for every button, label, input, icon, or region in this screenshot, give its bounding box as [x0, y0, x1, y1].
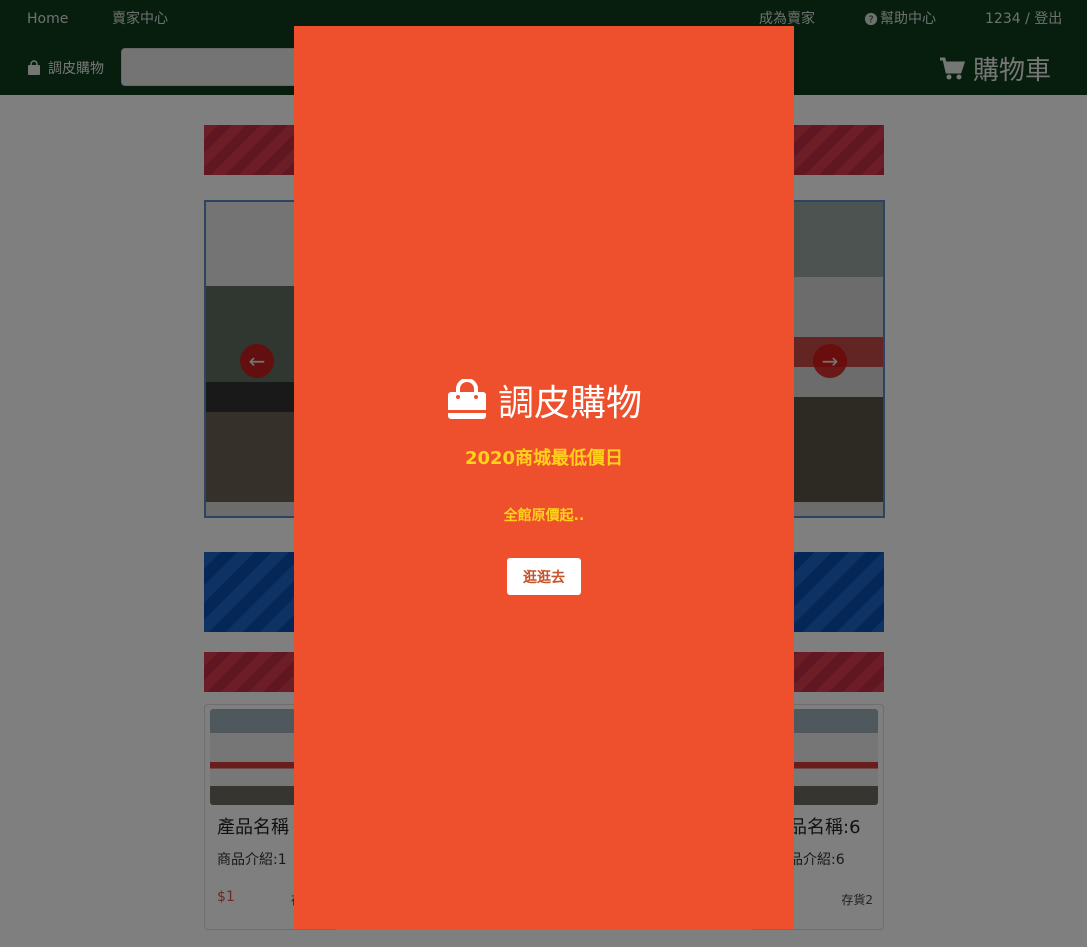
modal-brand-name: 調皮購物	[497, 383, 642, 424]
modal-headline: 2020商城最低價日	[464, 448, 624, 469]
promo-modal: 調皮購物 2020商城最低價日 全館原價起.. 逛逛去	[294, 26, 794, 929]
browse-button[interactable]: 逛逛去	[507, 558, 581, 595]
modal-brand-title: 調皮購物	[294, 374, 794, 426]
shopping-bag-icon	[447, 379, 486, 419]
modal-message: 全館原價起..	[503, 508, 585, 524]
